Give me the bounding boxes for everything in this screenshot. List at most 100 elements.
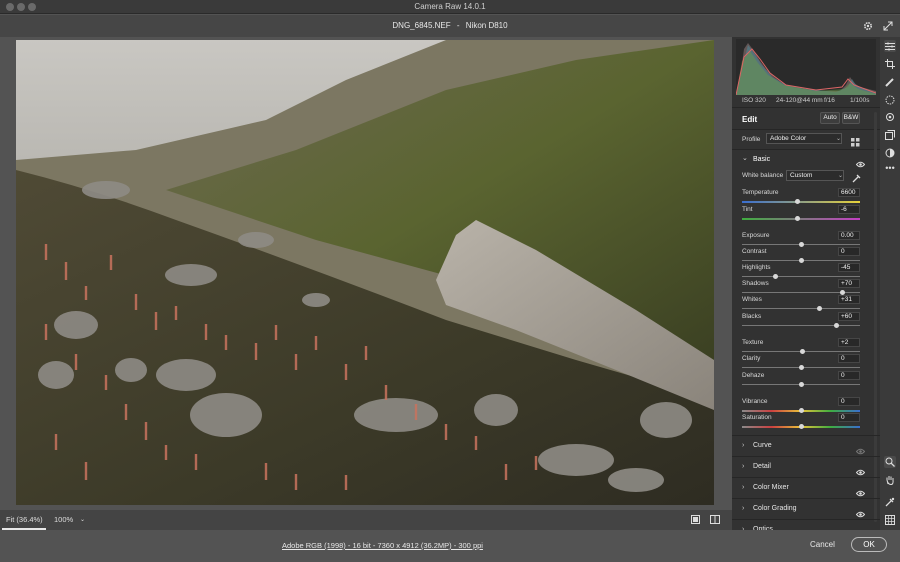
expand-icon[interactable]: [882, 20, 894, 32]
snapshot-icon[interactable]: [884, 129, 896, 141]
chevron-right-icon: ›: [742, 463, 745, 470]
slider-track[interactable]: [742, 218, 860, 220]
section-title: Color Grading: [753, 505, 797, 512]
redeye-icon[interactable]: [884, 111, 896, 123]
chevron-right-icon: ›: [742, 442, 745, 449]
slider-label: Highlights: [742, 264, 771, 271]
histogram: [735, 39, 877, 96]
file-title: DNG_6845.NEF - Nikon D810: [0, 21, 900, 30]
zoom-icon[interactable]: [884, 456, 896, 468]
slider-label: Exposure: [742, 232, 770, 239]
compare-view-icon[interactable]: [691, 515, 700, 526]
section-title: Detail: [753, 463, 771, 470]
edit-sliders-icon[interactable]: [884, 40, 896, 52]
hand-icon[interactable]: [884, 474, 896, 486]
section-color-mixer[interactable]: › Color Mixer: [732, 477, 880, 498]
divider: [732, 129, 880, 130]
profile-label: Profile: [742, 136, 761, 143]
slider-value-input[interactable]: 0: [838, 397, 860, 406]
before-after-icon[interactable]: [710, 515, 720, 526]
slider-label: Shadows: [742, 280, 769, 287]
mask-icon[interactable]: [884, 94, 896, 106]
bw-button[interactable]: B&W: [842, 112, 860, 124]
slider-value-input[interactable]: 0: [838, 354, 860, 363]
eye-icon[interactable]: [855, 505, 866, 518]
section-color-grading[interactable]: › Color Grading: [732, 498, 880, 519]
eye-icon[interactable]: [855, 463, 866, 476]
slider-track[interactable]: [742, 308, 860, 309]
slider-handle[interactable]: [798, 424, 804, 429]
shutter-value: 1/100s: [850, 97, 870, 104]
slider-label: Saturation: [742, 414, 772, 421]
file-bar: DNG_6845.NEF - Nikon D810: [0, 15, 900, 37]
slider-handle[interactable]: [798, 408, 804, 413]
slider-track[interactable]: [742, 201, 860, 203]
slider-value-input[interactable]: -6: [838, 205, 860, 214]
slider-label: Dehaze: [742, 372, 765, 379]
slider-value-input[interactable]: +70: [838, 279, 860, 288]
workflow-options-link[interactable]: Adobe RGB (1998) - 16 bit - 7360 x 4912 …: [282, 541, 483, 550]
section-optics[interactable]: › Optics: [732, 519, 880, 530]
title-bar: Camera Raw 14.0.1: [0, 0, 900, 14]
slider-value-input[interactable]: 0.00: [838, 231, 860, 240]
slider-value-input[interactable]: +31: [838, 295, 860, 304]
sampler-icon[interactable]: [884, 496, 896, 508]
slider-value-input[interactable]: 0: [838, 371, 860, 380]
more-icon[interactable]: •••: [884, 162, 896, 174]
eye-icon[interactable]: [855, 442, 866, 455]
ok-button[interactable]: OK: [851, 537, 887, 552]
slider-value-input[interactable]: +60: [838, 312, 860, 321]
cancel-button[interactable]: Cancel: [810, 540, 835, 549]
zoom-percent-button[interactable]: 100%: [54, 515, 73, 524]
crop-icon[interactable]: [884, 58, 896, 70]
fit-zoom-button[interactable]: Fit (36.4%): [6, 515, 43, 524]
file-separator: -: [456, 21, 460, 30]
brush-icon[interactable]: [884, 76, 896, 88]
slider-track[interactable]: [742, 325, 860, 326]
slider-label: Blacks: [742, 313, 762, 320]
photo-preview[interactable]: [16, 40, 714, 505]
basic-section-title[interactable]: Basic: [753, 156, 770, 163]
chevron-right-icon: ›: [742, 505, 745, 512]
section-detail[interactable]: › Detail: [732, 456, 880, 477]
white-balance-select[interactable]: Custom: [786, 170, 844, 181]
slider-handle[interactable]: [799, 349, 805, 354]
slider-handle[interactable]: [772, 274, 778, 279]
slider-handle[interactable]: [794, 199, 800, 204]
slider-handle[interactable]: [798, 242, 804, 247]
slider-handle[interactable]: [833, 323, 839, 328]
slider-value-input[interactable]: +2: [838, 338, 860, 347]
slider-handle[interactable]: [817, 306, 823, 311]
eyedropper-icon[interactable]: [852, 170, 861, 188]
slider-value-input[interactable]: -45: [838, 263, 860, 272]
chevron-right-icon: ›: [742, 484, 745, 491]
slider-handle[interactable]: [798, 382, 804, 387]
chevron-down-icon: ⌄: [836, 136, 842, 142]
image-preview-area[interactable]: [0, 37, 732, 510]
chevron-down-icon[interactable]: ⌄: [742, 154, 748, 162]
profile-select[interactable]: Adobe Color: [766, 133, 842, 144]
file-name: DNG_6845.NEF: [392, 21, 451, 30]
slider-label: Texture: [742, 339, 764, 346]
slider-value-input[interactable]: 0: [838, 413, 860, 422]
eye-icon[interactable]: [855, 484, 866, 497]
settings-icon[interactable]: [862, 20, 874, 32]
slider-label: Clarity: [742, 355, 761, 362]
slider-handle[interactable]: [794, 216, 800, 221]
edit-panel: ISO 320 24-120@44 mm f/16 1/100s Edit Au…: [732, 37, 880, 530]
section-curve[interactable]: › Curve: [732, 435, 880, 456]
slider-value-input[interactable]: 6600: [838, 188, 860, 197]
slider-handle[interactable]: [798, 365, 804, 370]
auto-button[interactable]: Auto: [820, 112, 840, 124]
slider-value-input[interactable]: 0: [838, 247, 860, 256]
slider-label: Contrast: [742, 248, 767, 255]
slider-handle[interactable]: [798, 258, 804, 263]
grid-icon[interactable]: [884, 514, 896, 526]
chevron-down-icon: ⌄: [838, 173, 844, 179]
camera-model: Nikon D810: [465, 21, 508, 30]
divider: [732, 107, 880, 108]
chevron-down-icon[interactable]: ⌄: [80, 516, 85, 523]
slider-track[interactable]: [742, 276, 860, 277]
slider-label: Tint: [742, 206, 753, 213]
presets-icon[interactable]: [884, 147, 896, 159]
